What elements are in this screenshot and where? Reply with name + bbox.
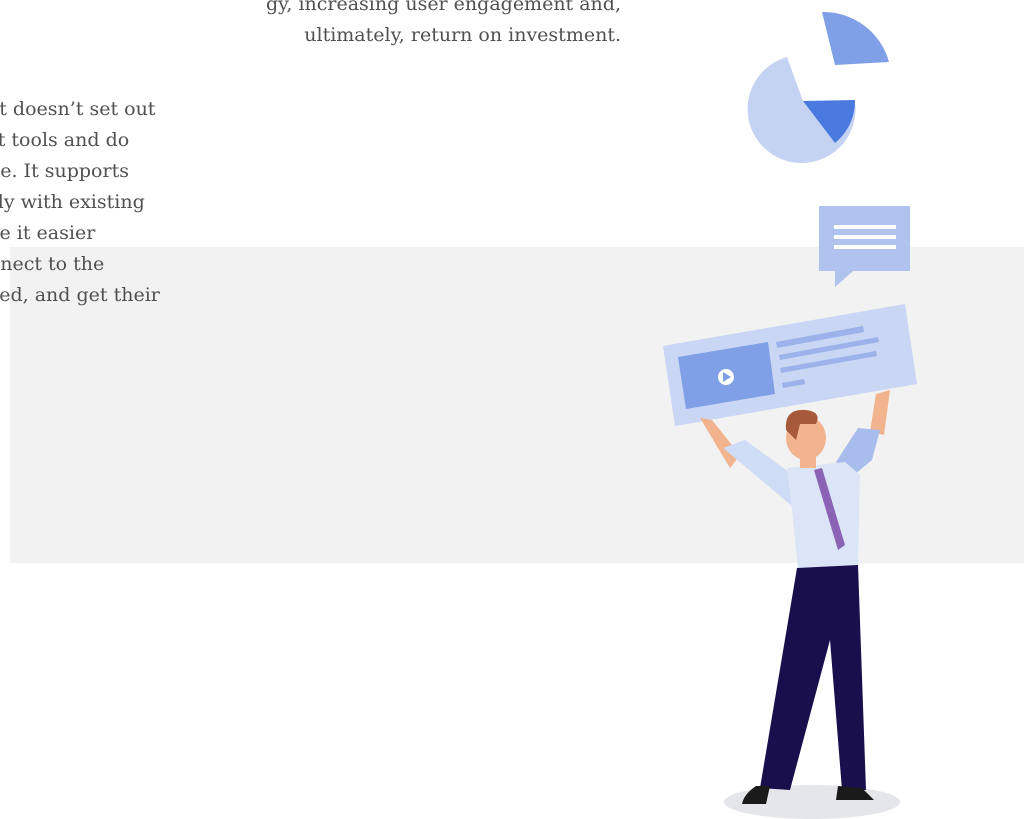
left-paragraph-line: nnect to the	[0, 253, 105, 275]
top-paragraph: gy, increasing user engagement and, ulti…	[0, 0, 621, 51]
left-paragraph: et doesn’t set out st tools and do ne. I…	[0, 94, 160, 311]
top-paragraph-line: gy, increasing user engagement and,	[266, 0, 621, 15]
top-paragraph-line: ultimately, return on investment.	[304, 24, 621, 46]
person-figure	[700, 390, 890, 804]
left-paragraph-line: eed, and get their	[0, 284, 160, 306]
pie-chart-icon	[747, 11, 889, 163]
chat-bubble-icon	[819, 206, 910, 287]
left-paragraph-line: sly with existing	[0, 191, 145, 213]
left-paragraph-line: ne. It supports	[0, 160, 129, 182]
left-paragraph-line: et doesn’t set out	[0, 98, 156, 120]
left-paragraph-line: ke it easier	[0, 222, 96, 244]
person-holding-card-illustration	[663, 11, 917, 819]
left-paragraph-line: st tools and do	[0, 129, 130, 151]
